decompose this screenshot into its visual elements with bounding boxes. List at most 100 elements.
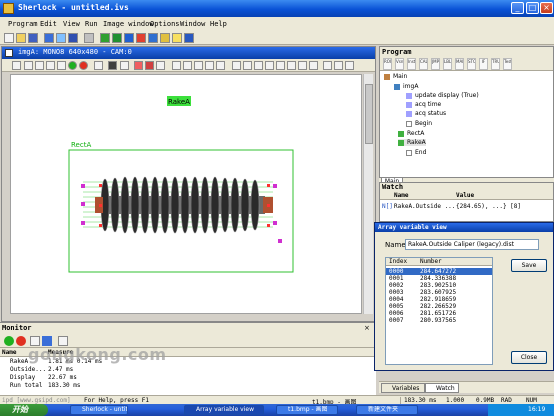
menu-options[interactable]: Options xyxy=(150,20,180,28)
grid-icon[interactable] xyxy=(84,33,94,43)
display-icon[interactable] xyxy=(134,61,143,70)
text-tool-icon[interactable] xyxy=(323,61,332,70)
tree-node-rakea[interactable]: RakeA xyxy=(398,139,426,146)
new-icon[interactable] xyxy=(4,33,14,43)
rect-roi-icon[interactable] xyxy=(243,61,252,70)
tool-vsns[interactable]: Vsns xyxy=(395,58,404,70)
watch-row-name[interactable]: RakeA.Outside ... xyxy=(394,203,455,210)
minimize-button[interactable]: _ xyxy=(511,2,524,14)
tool-lbl[interactable]: LBL xyxy=(443,58,452,70)
tree-node-acq-status[interactable]: acq status xyxy=(406,110,446,117)
monitor-icon[interactable] xyxy=(56,33,66,43)
tree-node-main[interactable]: Main xyxy=(384,73,407,80)
menu-program[interactable]: Program xyxy=(8,20,38,28)
save-button[interactable]: Save xyxy=(511,259,547,272)
start-button[interactable]: 开始 xyxy=(0,404,48,416)
tool-test[interactable]: Test xyxy=(503,58,512,70)
arc-roi-icon[interactable] xyxy=(205,61,214,70)
monitor-stop-icon[interactable] xyxy=(16,336,26,346)
array-row[interactable]: 0000 284.647272 xyxy=(386,268,492,275)
watch-icon[interactable] xyxy=(160,33,170,43)
spoke-roi-icon[interactable] xyxy=(298,61,307,70)
tool-stop[interactable]: STOP xyxy=(467,58,476,70)
task-folder[interactable]: 新建文件夹 xyxy=(356,405,418,415)
tool-call[interactable]: CALL xyxy=(419,58,428,70)
open-icon[interactable] xyxy=(16,33,26,43)
menu-image-window[interactable]: Image window xyxy=(103,20,154,28)
overlay-icon[interactable] xyxy=(145,61,154,70)
menu-run[interactable]: Run xyxy=(85,20,98,28)
zoom-in-icon[interactable] xyxy=(24,61,33,70)
zoom-out-icon[interactable] xyxy=(35,61,44,70)
array-row[interactable]: 0002 283.902510 xyxy=(386,282,492,289)
help-icon[interactable] xyxy=(184,33,194,43)
array-list[interactable]: Index Number 0000 284.647272 0001 284.33… xyxy=(385,257,493,365)
bulb-icon[interactable] xyxy=(172,33,182,43)
array-row[interactable]: 0003 283.607925 xyxy=(386,289,492,296)
run-continuous-icon[interactable] xyxy=(112,33,122,43)
close-button[interactable]: × xyxy=(540,2,553,14)
stop-icon[interactable] xyxy=(136,33,146,43)
tree-node-end[interactable]: End xyxy=(406,149,426,156)
tool-jmp[interactable]: JMP xyxy=(431,58,440,70)
roi-options-icon[interactable] xyxy=(345,61,354,70)
stop-acquire-icon[interactable] xyxy=(79,61,88,70)
array-row[interactable]: 0001 284.336388 xyxy=(386,275,492,282)
tree-node-imga[interactable]: imgA xyxy=(394,83,418,90)
image-vertical-scrollbar[interactable] xyxy=(363,74,373,314)
tool-mark[interactable]: MARK xyxy=(455,58,464,70)
monitor-close-icon[interactable]: × xyxy=(364,324,370,332)
grab-icon[interactable] xyxy=(156,61,165,70)
point-roi-icon[interactable] xyxy=(172,61,181,70)
zoom-100-icon[interactable] xyxy=(57,61,66,70)
rotated-rect-roi-icon[interactable] xyxy=(254,61,263,70)
tool-roi[interactable]: ROI xyxy=(383,58,392,70)
menu-edit[interactable]: Edit xyxy=(40,20,57,28)
edit-roi-icon[interactable] xyxy=(309,61,318,70)
acquire-icon[interactable] xyxy=(68,61,77,70)
name-field[interactable]: RakeA.Outside Caliper (legacy).dist xyxy=(405,239,539,250)
tool-inst[interactable]: Inst xyxy=(407,58,416,70)
circle-roi-icon[interactable] xyxy=(216,61,225,70)
run-icon[interactable] xyxy=(100,33,110,43)
menu-window[interactable]: Window xyxy=(180,20,205,28)
tool-true[interactable]: TRUE xyxy=(491,58,500,70)
annulus-roi-icon[interactable] xyxy=(276,61,285,70)
array-row[interactable]: 0005 282.266529 xyxy=(386,303,492,310)
task-array-view[interactable]: Array variable view xyxy=(184,405,264,415)
tree-node-acq-time[interactable]: acq time xyxy=(406,101,441,108)
floppy-icon[interactable] xyxy=(68,33,78,43)
tab-variables[interactable]: Variables xyxy=(381,383,425,393)
crosshair-icon[interactable] xyxy=(94,61,103,70)
pointer-tool-icon[interactable] xyxy=(12,61,21,70)
polyline-roi-icon[interactable] xyxy=(194,61,203,70)
maximize-button[interactable]: □ xyxy=(526,2,539,14)
line-roi-icon[interactable] xyxy=(183,61,192,70)
tree-node-begin[interactable]: Begin xyxy=(406,120,432,127)
rake-roi-icon[interactable] xyxy=(232,61,241,70)
load-image-icon[interactable] xyxy=(120,61,129,70)
camera-icon[interactable] xyxy=(108,61,117,70)
close-dialog-button[interactable]: Close xyxy=(511,351,547,364)
save-icon[interactable] xyxy=(28,33,38,43)
connect-roi-icon[interactable] xyxy=(334,61,343,70)
tree-node-update-display[interactable]: update display (True) xyxy=(406,92,479,99)
bullseye-roi-icon[interactable] xyxy=(287,61,296,70)
image-canvas[interactable]: RakeA RectA xyxy=(10,74,362,314)
save-all-icon[interactable] xyxy=(44,33,54,43)
tree-node-recta[interactable]: RectA xyxy=(398,130,424,137)
scroll-thumb[interactable] xyxy=(365,84,373,144)
task-paint[interactable]: t1.bmp - 画图 xyxy=(276,405,338,415)
step-icon[interactable] xyxy=(124,33,134,43)
polygon-roi-icon[interactable] xyxy=(265,61,274,70)
menu-help[interactable]: Help xyxy=(210,20,227,28)
array-row[interactable]: 0006 281.651726 xyxy=(386,310,492,317)
step-into-icon[interactable] xyxy=(148,33,158,43)
monitor-start-icon[interactable] xyxy=(4,336,14,346)
tool-if[interactable]: IF xyxy=(479,58,488,70)
task-sherlock[interactable]: Sherlock - untit... xyxy=(70,405,128,415)
tab-watch[interactable]: Watch xyxy=(425,383,459,393)
zoom-fit-icon[interactable] xyxy=(46,61,55,70)
array-row[interactable]: 0004 282.918659 xyxy=(386,296,492,303)
menu-view[interactable]: View xyxy=(63,20,80,28)
